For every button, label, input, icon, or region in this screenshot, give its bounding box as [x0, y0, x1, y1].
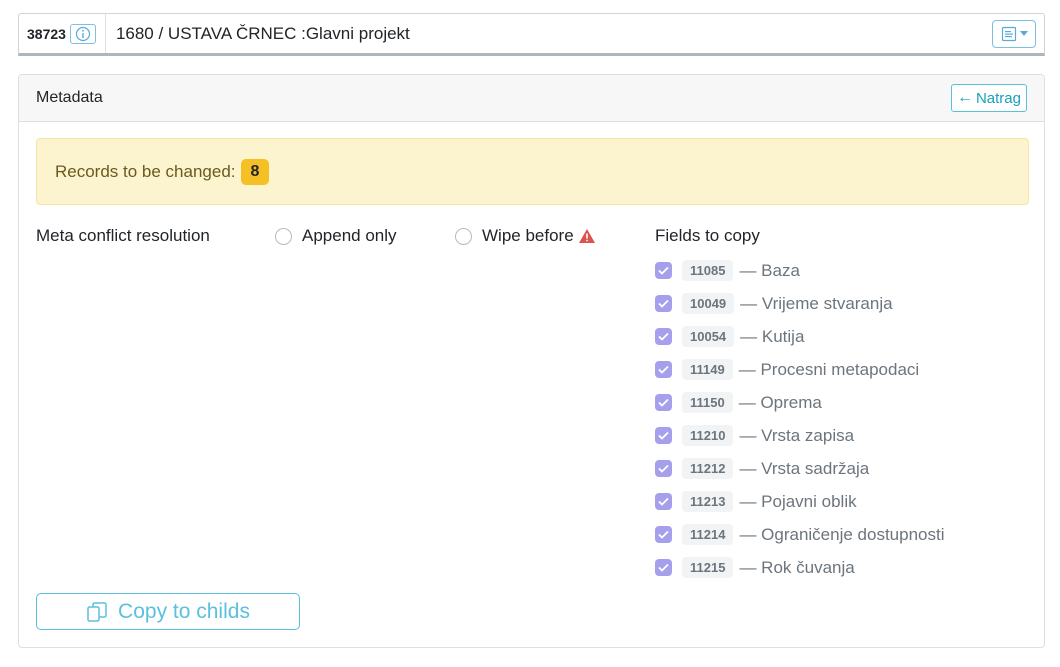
- field-name: — Rok čuvanja: [739, 557, 855, 577]
- field-code: 10054: [682, 326, 735, 347]
- record-title: 1680 / USTAVA ČRNEC :Glavni projekt: [115, 23, 410, 43]
- copy-button-label: Copy to childs: [118, 599, 250, 623]
- field-code: 10049: [682, 293, 735, 314]
- field-checkbox[interactable]: [655, 493, 672, 510]
- copy-icon: [87, 601, 107, 622]
- radio-label: Append only: [302, 226, 397, 245]
- check-icon: [658, 464, 669, 473]
- field-code: 11212: [682, 458, 734, 479]
- field-checkbox[interactable]: [655, 394, 672, 411]
- field-item: 11149 — Procesni metapodaci: [655, 353, 945, 386]
- info-icon[interactable]: [69, 23, 96, 44]
- record-id-group: 38723: [19, 14, 106, 53]
- check-icon: [658, 530, 669, 539]
- field-checkbox[interactable]: [655, 460, 672, 477]
- field-checkbox[interactable]: [655, 361, 672, 378]
- records-alert: Records to be changed: 8: [36, 138, 1029, 205]
- field-item: 10054 — Kutija: [655, 320, 945, 353]
- info-circle-icon: [75, 26, 91, 41]
- radio-button[interactable]: [275, 227, 292, 245]
- field-code: 11085: [682, 260, 734, 281]
- warning-triangle-icon: [578, 228, 596, 244]
- metadata-card: Metadata ← Natrag Records to be changed:…: [18, 74, 1045, 648]
- fields-to-copy-label: Fields to copy: [655, 226, 760, 245]
- field-checkbox[interactable]: [655, 559, 672, 576]
- fields-list: 11085 — Baza 10049 — Vrijeme stvaranja 1…: [655, 254, 945, 584]
- check-icon: [658, 266, 669, 275]
- radio-wipe-before[interactable]: Wipe before: [455, 226, 596, 246]
- field-code: 11213: [682, 491, 734, 512]
- records-count-badge: 8: [240, 158, 270, 185]
- field-item: 11210 — Vrsta zapisa: [655, 419, 945, 452]
- radio-button[interactable]: [455, 227, 472, 245]
- field-checkbox[interactable]: [655, 295, 672, 312]
- field-code: 11215: [682, 557, 734, 578]
- field-code: 11214: [682, 524, 734, 545]
- field-code: 11149: [682, 359, 733, 380]
- record-id: 38723: [27, 25, 66, 42]
- record-header: 38723 1680 / USTAVA ČRNEC :Glavni projek…: [18, 13, 1045, 56]
- card-title: Metadata: [36, 89, 103, 106]
- field-item: 11212 — Vrsta sadržaja: [655, 452, 945, 485]
- field-checkbox[interactable]: [655, 526, 672, 543]
- field-item: 10049 — Vrijeme stvaranja: [655, 287, 945, 320]
- copy-to-childs-button[interactable]: Copy to childs: [36, 593, 300, 630]
- check-icon: [658, 497, 669, 506]
- record-menu-button[interactable]: [992, 19, 1036, 48]
- conflict-resolution-label: Meta conflict resolution: [36, 226, 210, 245]
- field-name: — Baza: [739, 260, 800, 280]
- card-header: Metadata ← Natrag: [19, 75, 1044, 122]
- check-icon: [658, 431, 669, 440]
- check-icon: [658, 332, 669, 341]
- field-code: 11150: [682, 392, 733, 413]
- field-name: — Oprema: [738, 392, 822, 412]
- back-button-label: Natrag: [975, 89, 1021, 107]
- check-icon: [658, 365, 669, 374]
- check-icon: [658, 563, 669, 572]
- field-item: 11085 — Baza: [655, 254, 945, 287]
- field-name: — Vrsta zapisa: [739, 425, 855, 445]
- field-name: — Procesni metapodaci: [738, 359, 920, 379]
- field-checkbox[interactable]: [655, 328, 672, 345]
- check-icon: [658, 299, 669, 308]
- field-name: — Kutija: [740, 326, 805, 346]
- field-item: 11213 — Pojavni oblik: [655, 485, 945, 518]
- field-name: — Ograničenje dostupnosti: [739, 524, 945, 544]
- field-item: 11215 — Rok čuvanja: [655, 551, 945, 584]
- chevron-down-icon: [1019, 31, 1028, 36]
- field-item: 11214 — Ograničenje dostupnosti: [655, 518, 945, 551]
- arrow-left-icon: ←: [956, 89, 973, 106]
- radio-label: Wipe before: [482, 226, 574, 245]
- field-name: — Vrijeme stvaranja: [740, 293, 893, 313]
- field-code: 11210: [682, 425, 734, 446]
- back-button[interactable]: ← Natrag: [950, 84, 1027, 112]
- field-name: — Pojavni oblik: [739, 491, 857, 511]
- field-checkbox[interactable]: [655, 262, 672, 279]
- document-list-icon: [1001, 26, 1016, 41]
- radio-append-only[interactable]: Append only: [275, 226, 397, 246]
- records-label: Records to be changed:: [55, 161, 236, 181]
- field-checkbox[interactable]: [655, 427, 672, 444]
- field-name: — Vrsta sadržaja: [739, 458, 870, 478]
- check-icon: [658, 398, 669, 407]
- field-item: 11150 — Oprema: [655, 386, 945, 419]
